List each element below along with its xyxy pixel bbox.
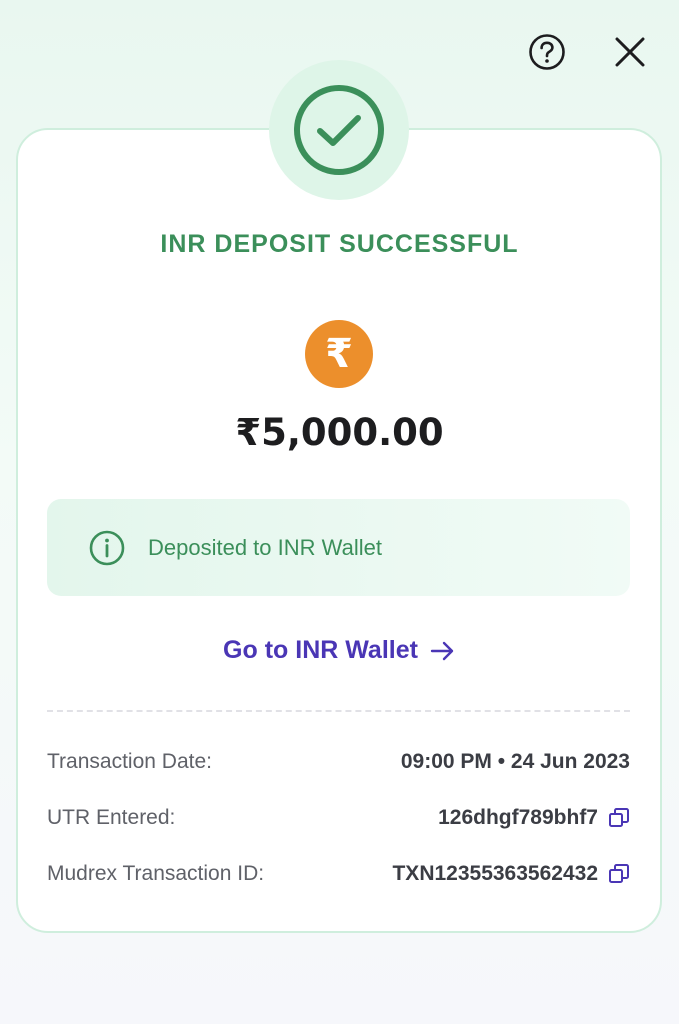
currency-symbol: ₹ (325, 331, 353, 377)
info-icon (89, 530, 125, 565)
utr-value-group: 126dhgf789bhf7 (438, 806, 630, 830)
close-icon (615, 37, 645, 67)
copy-utr-icon[interactable] (608, 807, 630, 829)
deposit-amount: ₹5,000.00 (235, 411, 444, 454)
dashed-divider (47, 710, 630, 712)
utr-value: 126dhgf789bhf7 (438, 806, 598, 829)
go-to-inr-wallet-link[interactable]: Go to INR Wallet (0, 636, 679, 665)
transaction-id-value-group: TXN12355363562432 (392, 862, 630, 886)
help-circle-icon (529, 34, 565, 70)
transaction-id-row: Mudrex Transaction ID: TXN12355363562432 (47, 862, 630, 886)
transaction-id-label: Mudrex Transaction ID: (47, 862, 265, 885)
info-banner: Deposited to INR Wallet (47, 499, 630, 596)
help-button[interactable] (525, 30, 569, 74)
arrow-right-icon (430, 640, 456, 662)
wallet-link-label: Go to INR Wallet (223, 636, 418, 664)
transaction-date-row: Transaction Date: 09:00 PM • 24 Jun 2023 (47, 750, 630, 774)
copy-transaction-id-icon[interactable] (608, 863, 630, 885)
check-circle-icon (294, 85, 384, 175)
status-title: INR DEPOSIT SUCCESSFUL (160, 230, 519, 258)
success-badge (269, 60, 409, 200)
transaction-date-label: Transaction Date: (47, 750, 212, 773)
utr-row: UTR Entered: 126dhgf789bhf7 (47, 806, 630, 830)
close-button[interactable] (608, 30, 652, 74)
info-text: Deposited to INR Wallet (148, 534, 382, 560)
transaction-date-value: 09:00 PM • 24 Jun 2023 (400, 750, 630, 773)
rupee-coin-icon: ₹ (305, 320, 373, 388)
transaction-id-value: TXN12355363562432 (392, 862, 598, 885)
utr-label: UTR Entered: (47, 806, 176, 829)
